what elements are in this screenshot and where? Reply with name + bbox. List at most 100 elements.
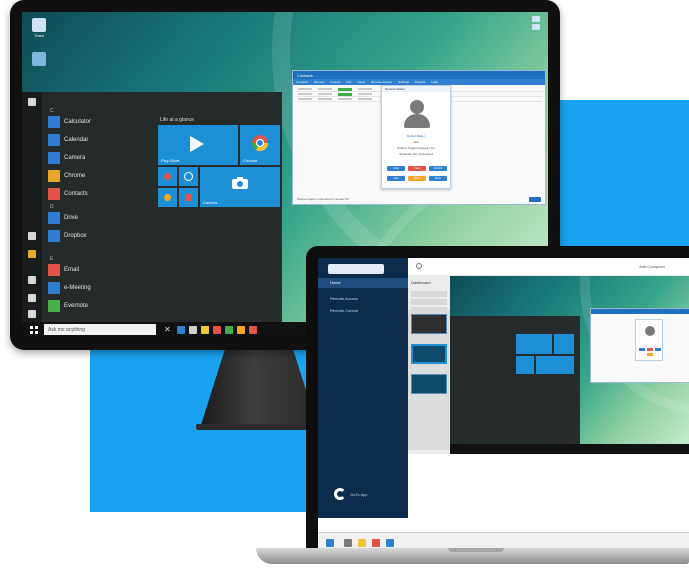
dropbox-icon <box>48 230 60 242</box>
laptop-notch <box>448 548 504 552</box>
tab-info[interactable]: Info <box>343 79 354 85</box>
windows-start-icon[interactable] <box>326 539 334 547</box>
windows-start-icon[interactable] <box>30 325 38 334</box>
tab-groups[interactable]: Groups <box>328 79 344 85</box>
hamburger-icon[interactable] <box>28 98 36 106</box>
small-tile[interactable] <box>179 188 198 207</box>
start-app-evernote[interactable]: Evernote <box>48 298 88 314</box>
session-thumbnail[interactable] <box>411 374 447 394</box>
files-button[interactable]: Files <box>387 176 405 181</box>
session-thumbnail[interactable] <box>411 314 447 334</box>
power-icon[interactable] <box>28 310 36 318</box>
chrome-icon[interactable] <box>236 325 245 334</box>
more-button[interactable]: More <box>429 176 447 181</box>
control-button[interactable]: Control <box>429 166 447 171</box>
taskview-icon[interactable] <box>344 539 352 547</box>
window-titlebar <box>591 309 689 314</box>
user-icon[interactable] <box>28 294 36 302</box>
desktop-icon-shortcut[interactable] <box>28 52 50 66</box>
small-tile[interactable] <box>158 167 177 186</box>
ok-button[interactable] <box>529 197 541 202</box>
window-titlebar: Contacts <box>293 71 545 79</box>
notes-button[interactable]: Notes <box>408 176 426 181</box>
file-explorer-icon[interactable] <box>188 325 197 334</box>
window-icon[interactable] <box>532 24 540 30</box>
action-button[interactable] <box>647 348 653 351</box>
card-title: Remote Status <box>382 86 450 92</box>
action-button[interactable] <box>639 348 645 351</box>
tile-chrome[interactable]: Chrome <box>240 125 280 165</box>
app-label: e-Meeting <box>64 285 91 291</box>
contact-detail: Windows 10 | Connected <box>399 152 433 156</box>
desktop-icon-trash[interactable]: Trash <box>28 18 50 38</box>
tab-contacts[interactable]: Contacts <box>293 79 311 85</box>
taskbar-search-input[interactable]: Ask me anything <box>44 324 156 335</box>
sidebar-item-home[interactable]: Home <box>330 280 341 285</box>
chrome-icon <box>251 135 269 152</box>
view-button[interactable]: View <box>408 166 426 171</box>
app-label: Chrome <box>64 173 86 179</box>
start-app-emeeting[interactable]: e-Meeting <box>48 280 91 296</box>
tile-camera[interactable]: Camera <box>200 167 280 207</box>
document-icon[interactable] <box>28 232 36 240</box>
folder-icon[interactable] <box>200 325 209 334</box>
tile-play-store[interactable]: Play Store <box>158 125 238 165</box>
settings-icon <box>184 172 193 181</box>
settings-icon[interactable] <box>28 276 36 284</box>
contact-card: Remote Status Robert Baker Idle Online |… <box>381 85 451 189</box>
start-menu-rail <box>22 92 42 322</box>
start-app-calendar[interactable]: Calendar <box>48 132 88 148</box>
add-computer-button[interactable]: Add Computer <box>639 264 665 269</box>
app-icon[interactable] <box>372 539 380 547</box>
status-bar <box>338 92 352 96</box>
small-tile[interactable] <box>158 188 177 207</box>
start-app-email[interactable]: Email <box>48 262 79 278</box>
start-app-contacts[interactable]: Contacts <box>48 186 88 202</box>
list-item[interactable] <box>411 299 447 305</box>
start-app-calculator[interactable]: Calculator <box>48 114 91 130</box>
close-icon[interactable]: ✕ <box>164 325 171 334</box>
tile-label: Camera <box>203 200 218 205</box>
session-thumbnail-active[interactable] <box>411 344 447 364</box>
contact-name: Robert Baker <box>407 134 425 138</box>
window-footer: Support agent connected to remote PC <box>297 197 350 201</box>
start-app-camera[interactable]: Camera <box>48 150 85 166</box>
mail-icon[interactable] <box>212 325 221 334</box>
action-button[interactable] <box>655 348 661 351</box>
folder-icon[interactable] <box>358 539 366 547</box>
start-app-drive[interactable]: Drive <box>48 210 78 226</box>
play-icon[interactable] <box>224 325 233 334</box>
email-icon <box>48 264 60 276</box>
app-label: Camera <box>64 155 86 161</box>
play-store-icon <box>190 136 204 152</box>
start-app-chrome[interactable]: Chrome <box>48 168 85 184</box>
photo-icon <box>164 194 171 201</box>
folder-icon[interactable] <box>28 250 36 258</box>
remote-desktop-view[interactable] <box>450 276 689 454</box>
avatar-icon <box>645 326 655 336</box>
tile[interactable] <box>516 334 552 354</box>
search-icon[interactable] <box>416 263 422 269</box>
search-placeholder: Ask me anything <box>48 326 85 333</box>
camera-icon <box>232 177 248 189</box>
contact-card <box>635 319 663 361</box>
action-button[interactable] <box>647 353 653 356</box>
start-app-dropbox[interactable]: Dropbox <box>48 228 87 244</box>
window-icon[interactable] <box>532 16 540 22</box>
tile-small-group[interactable] <box>158 167 198 207</box>
tile[interactable] <box>536 356 574 374</box>
tab-devices[interactable]: Devices <box>311 79 328 85</box>
tile[interactable] <box>554 334 574 354</box>
tile[interactable] <box>516 356 534 374</box>
small-tile[interactable] <box>179 167 198 186</box>
app-icon[interactable] <box>248 325 257 334</box>
avatar-icon <box>410 100 424 114</box>
tile-label: Play Store <box>161 158 180 163</box>
sidebar-item-remote-access[interactable]: Remote Access <box>330 296 358 301</box>
sidebar-item-remote-control[interactable]: Remote Control <box>330 308 358 313</box>
list-item[interactable] <box>411 291 447 297</box>
taskview-icon[interactable] <box>176 325 185 334</box>
tab-users[interactable]: Users <box>354 79 368 85</box>
chat-button[interactable]: Chat <box>387 166 405 171</box>
app-icon[interactable] <box>386 539 394 547</box>
